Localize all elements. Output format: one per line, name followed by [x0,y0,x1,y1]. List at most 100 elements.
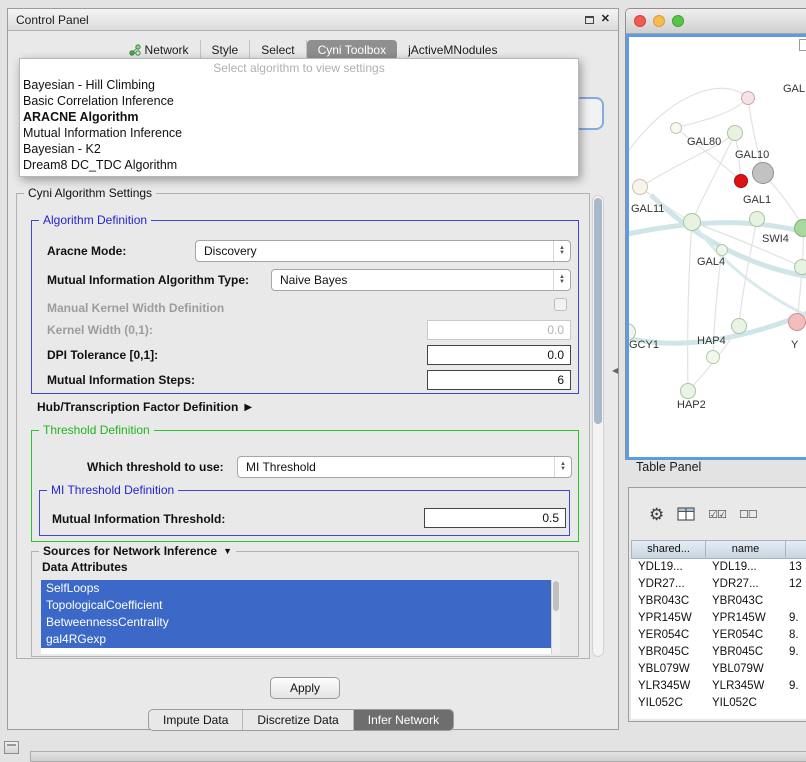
tab-cyni-toolbox[interactable]: Cyni Toolbox [307,40,397,60]
network-node[interactable] [794,259,806,275]
network-node[interactable] [731,318,747,334]
mi-algorithm-type-select[interactable]: Naive Bayes ▲▼ [271,269,571,291]
popup-placeholder: Select algorithm to view settings [20,59,578,77]
selected-value: Discovery [204,244,257,258]
table-row[interactable]: YBR043CYBR043C [631,593,806,610]
attribute-list-items: SelfLoopsTopologicalCoefficientBetweenne… [41,580,560,648]
algorithm-option[interactable]: ARACNE Algorithm [20,109,578,125]
table-cell: YDR27... [705,576,785,593]
table-cell: YBR045C [705,644,785,661]
tab-infer-network[interactable]: Infer Network [354,710,453,730]
table-row[interactable]: YBR045CYBR045C9. [631,644,806,661]
network-node[interactable] [706,350,720,364]
overview-box[interactable] [799,39,806,51]
attribute-list-item[interactable]: TopologicalCoefficient [41,597,560,614]
table-row[interactable]: YIL052CYIL052C [631,695,806,712]
attribute-list-item[interactable]: BetweennessCentrality [41,614,560,631]
network-node[interactable] [683,213,701,231]
field-value: 0.0 [547,323,564,337]
tab-network[interactable]: Network [118,40,201,60]
algorithm-option[interactable]: Bayesian - Hill Climbing [20,77,578,93]
network-node[interactable] [670,122,682,134]
table-header-row: shared... name [631,540,806,559]
minimize-traffic-light-icon[interactable] [653,15,665,27]
sources-title: Sources for Network Inference [43,544,217,558]
scrollbar-thumb[interactable] [553,581,559,611]
kernel-width-field[interactable]: 0.0 [427,320,571,340]
table-cell: YPR145W [631,610,705,627]
close-traffic-light-icon[interactable] [634,15,646,27]
columns-icon[interactable] [677,507,695,521]
clear-all-checkboxes-icon[interactable]: ☐☐ [739,508,757,521]
algorithm-popup-list: Bayesian - Hill ClimbingBasic Correlatio… [20,77,578,173]
select-all-checkboxes-icon[interactable]: ☑☑ [708,508,726,521]
mi-steps-field[interactable]: 6 [427,370,571,390]
tab-select[interactable]: Select [250,40,306,60]
collapsed-bottom-panel[interactable] [30,751,806,762]
table-row[interactable]: YLR345WYLR345W9. [631,678,806,695]
group-title: MI Threshold Definition [47,483,178,497]
table-row[interactable]: YBL079WYBL079W [631,661,806,678]
table-row[interactable]: YDL19...YDL19...13 [631,559,806,576]
tab-impute-data[interactable]: Impute Data [149,710,243,730]
mi-threshold-field[interactable]: 0.5 [424,508,566,528]
network-node-label: Y [791,339,798,351]
gear-icon[interactable]: ⚙ [649,506,664,523]
zoom-traffic-light-icon[interactable] [672,15,684,27]
algorithm-popup: Select algorithm to view settings Bayesi… [19,58,579,177]
attribute-list-scrollbar[interactable] [551,580,560,654]
close-icon[interactable]: ✕ [601,14,610,25]
network-node[interactable] [680,383,696,399]
network-window-titlebar[interactable] [626,9,806,34]
table-cell: 12 [785,576,806,593]
network-node-label: GAL10 [735,149,769,161]
algorithm-option[interactable]: Mutual Information Inference [20,125,578,141]
scrollbar-thumb[interactable] [594,198,602,424]
panel-collapse-arrow[interactable]: ◀ [612,366,618,375]
apply-button[interactable]: Apply [270,677,340,699]
settings-scrollbar[interactable] [592,195,604,657]
table-row[interactable]: YER054CYER054C8. [631,627,806,644]
aracne-mode-select[interactable]: Discovery ▲▼ [195,240,571,262]
network-node[interactable] [749,211,765,227]
network-node[interactable] [788,313,806,331]
tab-jactivemnodules[interactable]: jActiveMNodules [397,40,508,60]
network-node-label: GCY1 [629,339,659,351]
tab-style[interactable]: Style [201,40,251,60]
field-value: 0.0 [547,348,564,362]
tab-label: Select [261,43,294,57]
column-header[interactable]: name [706,541,786,558]
network-node[interactable] [632,179,648,195]
manual-kernel-checkbox[interactable] [554,298,567,311]
table-cell: YER054C [705,627,785,644]
sources-expander[interactable]: Sources for Network Inference ▼ [39,544,236,558]
network-node[interactable] [716,244,728,256]
aracne-mode-label: Aracne Mode: [47,244,126,258]
network-canvas[interactable]: GALGAL80GAL10GAL11GAL1SWI4GAL4GCY1HAP4YH… [626,34,806,460]
hub-definition-expander[interactable]: Hub/Transcription Factor Definition ▶ [37,400,252,414]
column-header[interactable]: shared... [632,541,706,558]
mi-threshold-group: MI Threshold Definition Mutual Informati… [39,490,570,536]
attribute-list[interactable]: SelfLoopsTopologicalCoefficientBetweenne… [41,580,560,654]
attribute-list-item[interactable]: SelfLoops [41,580,560,597]
table-cell: YDR27... [631,576,705,593]
which-threshold-select[interactable]: MI Threshold ▲▼ [237,456,572,478]
network-node[interactable] [727,125,743,141]
column-header[interactable] [786,541,806,558]
network-node[interactable] [741,91,755,105]
algorithm-option[interactable]: Dream8 DC_TDC Algorithm [20,157,578,173]
table-row[interactable]: YPR145WYPR145W9. [631,610,806,627]
network-node[interactable] [752,162,774,184]
table-row[interactable]: YDR27...YDR27...12 [631,576,806,593]
attribute-list-item[interactable]: gal4RGexp [41,631,560,648]
tab-discretize-data[interactable]: Discretize Data [243,710,353,730]
dpi-tolerance-field[interactable]: 0.0 [427,345,571,365]
network-node[interactable] [734,174,748,188]
algorithm-option[interactable]: Bayesian - K2 [20,141,578,157]
algorithm-option[interactable]: Basic Correlation Inference [20,93,578,109]
group-title: Algorithm Definition [39,213,151,227]
network-node-label: HAP2 [677,399,706,411]
float-window-icon[interactable] [585,16,594,24]
network-node[interactable] [794,219,806,237]
minimized-window-icon[interactable] [4,741,19,754]
